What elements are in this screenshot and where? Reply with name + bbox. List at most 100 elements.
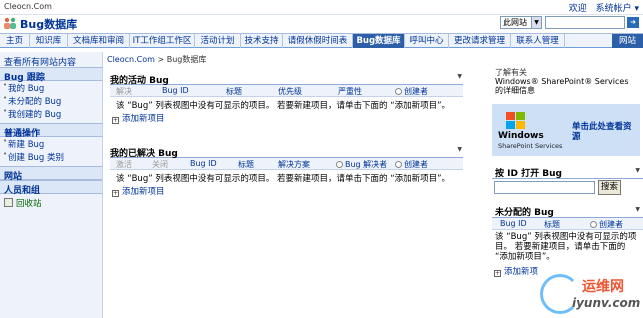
nav-item-create-bug-category[interactable]: 创建 Bug 类别 xyxy=(0,150,102,163)
site-title[interactable]: Bug数据库 xyxy=(20,16,77,32)
breadcrumb-separator: > xyxy=(154,55,167,64)
column-headers: Bug ID 标题 创建者 xyxy=(492,218,643,230)
windows-flag-icon xyxy=(506,112,526,130)
chevron-down-icon: ▼ xyxy=(531,17,541,28)
add-new-item-link[interactable]: + 添加新项目 xyxy=(110,184,463,197)
site-header: Bug数据库 此网站 ▼ ➜ xyxy=(0,15,643,32)
col-title[interactable]: 标题 xyxy=(226,86,242,97)
tab-call-center[interactable]: 呼叫中心 xyxy=(405,34,449,48)
tab-event-planning[interactable]: 活动计划 xyxy=(195,34,241,48)
col-close[interactable]: 关闭 xyxy=(152,159,168,170)
quick-launch: 查看所有网站内容 Bug 跟踪 我的 Bug 未分配的 Bug 我创建的 Bug… xyxy=(0,52,103,318)
webpart-menu-icon[interactable]: ▼ xyxy=(635,167,640,174)
col-resolve[interactable]: 解决 xyxy=(116,86,132,97)
site-actions-button[interactable]: 网站 xyxy=(612,34,643,48)
search-go-icon[interactable]: ➜ xyxy=(627,17,639,28)
people-logo-icon xyxy=(4,17,16,29)
webpart-my-resolved-bugs: 我的已解决 Bug ▼ 激活 关闭 Bug ID 标题 解决方案 Bug 解决者… xyxy=(110,144,463,197)
webpart-menu-icon[interactable]: ▼ xyxy=(635,206,640,213)
top-nav-tabs: 主页 知识库 文档库和审阅 IT工作组工作区 活动计划 技术支持 请假休假时间表… xyxy=(0,33,643,48)
person-icon xyxy=(590,221,597,228)
add-new-item-link[interactable]: + 添加新项目 xyxy=(110,111,463,124)
recycle-bin-link[interactable]: 回收站 xyxy=(0,194,102,209)
tab-document-review[interactable]: 文档库和审阅 xyxy=(68,34,130,48)
site-search-input[interactable] xyxy=(545,16,625,29)
tab-change-requests[interactable]: 更改请求管理 xyxy=(449,34,511,48)
learn-more-webpart: 了解有关 Windows® SharePoint® Services 的详细信息 xyxy=(492,68,643,95)
col-priority[interactable]: 优先级 xyxy=(278,86,302,97)
col-bug-id[interactable]: Bug ID xyxy=(190,159,217,168)
col-title[interactable]: 标题 xyxy=(544,219,560,230)
learn-more-text: 了解有关 Windows® SharePoint® Services 的详细信息 xyxy=(492,68,643,95)
col-created-by[interactable]: 创建者 xyxy=(590,219,623,230)
open-bug-by-id-webpart: 按 ID 打开 Bug ▼ xyxy=(492,166,643,179)
col-bug-id[interactable]: Bug ID xyxy=(500,219,527,228)
breadcrumb-root[interactable]: Cleocn.Com xyxy=(107,55,155,64)
tab-bug-database[interactable]: Bug数据库 xyxy=(353,34,405,48)
welcome-label: 欢迎 xyxy=(568,4,587,14)
col-resolved-by[interactable]: Bug 解决者 xyxy=(336,159,387,170)
search-scope-value: 此网站 xyxy=(503,18,527,27)
nav-group-bug-tracking[interactable]: Bug 跟踪 xyxy=(0,67,102,83)
person-icon xyxy=(336,161,343,168)
nav-item-unassigned-bugs[interactable]: 未分配的 Bug xyxy=(0,94,102,107)
nav-group-sites[interactable]: 网站 xyxy=(0,166,102,182)
open-bug-by-id-label[interactable]: 按 ID 打开 Bug xyxy=(495,169,562,179)
tab-tech-support[interactable]: 技术支持 xyxy=(241,34,283,48)
col-resolution[interactable]: 解决方案 xyxy=(278,159,310,170)
learn-more-line1: 了解有关 xyxy=(495,68,527,77)
nav-group-people[interactable]: 人员和组 xyxy=(0,180,102,196)
nav-item-my-bugs[interactable]: 我的 Bug xyxy=(0,81,102,94)
col-title[interactable]: 标题 xyxy=(238,159,254,170)
view-all-site-content[interactable]: 查看所有网站内容 xyxy=(0,52,102,68)
col-activate[interactable]: 激活 xyxy=(116,159,132,170)
col-bug-id[interactable]: Bug ID xyxy=(162,86,189,95)
tab-contacts[interactable]: 联系人管理 xyxy=(511,34,565,48)
webpart-title: 我的已解决 Bug ▼ xyxy=(110,144,463,159)
webpart-title: 我的活动 Bug ▼ xyxy=(110,71,463,86)
system-account-menu[interactable]: 系统帐户 ▾ xyxy=(596,4,639,14)
recycle-bin-icon xyxy=(4,198,13,207)
learn-more-line3: 的详细信息 xyxy=(495,86,535,95)
recycle-bin-label: 回收站 xyxy=(16,199,42,209)
top-links: 欢迎 系统帐户 ▾ xyxy=(563,1,639,14)
col-created-by[interactable]: 创建者 xyxy=(395,86,428,97)
person-icon xyxy=(395,161,402,168)
unassigned-bugs-label[interactable]: 未分配的 Bug xyxy=(495,208,554,218)
col-severity[interactable]: 严重性 xyxy=(338,86,362,97)
empty-list-message: 该 “Bug” 列表视图中没有可显示的项目。 若要新建项目，请单击下面的 “添加… xyxy=(116,101,451,111)
watermark-logo: 运维网 iyunv.com xyxy=(540,270,643,318)
tab-knowledge-base[interactable]: 知识库 xyxy=(30,34,68,48)
person-icon xyxy=(395,88,402,95)
add-icon: + xyxy=(112,190,119,197)
bug-id-input[interactable] xyxy=(494,181,595,194)
nav-group-common-actions[interactable]: 普通操作 xyxy=(0,123,102,139)
sharepoint-services-brand: SharePoint Services xyxy=(498,142,563,150)
watermark-domain: iyunv.com xyxy=(572,296,641,310)
empty-list-message: 该 “Bug” 列表视图中没有可显示的项目。 若要新建项目，请单击下面的 “添加… xyxy=(495,232,637,262)
view-resources-link[interactable]: 单击此处查看资源 xyxy=(572,122,636,142)
sharepoint-promo: Windows SharePoint Services 单击此处查看资源 xyxy=(492,104,640,156)
add-new-item-label: 添加新项目 xyxy=(122,114,165,124)
breadcrumb-current: Bug数据库 xyxy=(166,55,207,64)
add-icon: + xyxy=(112,117,119,124)
webpart-menu-icon[interactable]: ▼ xyxy=(457,73,462,80)
search-scope-select[interactable]: 此网站 ▼ xyxy=(500,16,542,29)
watermark-text: 运维网 xyxy=(582,279,624,295)
col-created-by[interactable]: 创建者 xyxy=(395,159,428,170)
tab-vacation-schedule[interactable]: 请假休假时间表 xyxy=(283,34,353,48)
nav-item-new-bug[interactable]: 新建 Bug xyxy=(0,137,102,150)
webpart-my-active-bugs: 我的活动 Bug ▼ 解决 Bug ID 标题 优先级 严重性 创建者 该 “B… xyxy=(110,71,463,124)
column-headers: 激活 关闭 Bug ID 标题 解决方案 Bug 解决者 创建者 xyxy=(110,158,463,170)
search-button[interactable]: 搜索 xyxy=(598,180,621,195)
tab-it-team[interactable]: IT工作组工作区 xyxy=(130,34,195,48)
windows-brand: Windows xyxy=(498,131,544,141)
add-new-item-label: 添加新项 xyxy=(504,267,539,277)
nav-item-my-created-bugs[interactable]: 我创建的 Bug xyxy=(0,107,102,120)
learn-more-line2: Windows® SharePoint® Services xyxy=(495,77,629,86)
site-url-breadcrumb[interactable]: Cleocn.Com xyxy=(4,2,52,11)
open-bug-by-id-title: 按 ID 打开 Bug ▼ xyxy=(492,166,643,179)
webpart-menu-icon[interactable]: ▼ xyxy=(457,146,462,153)
tab-home[interactable]: 主页 xyxy=(0,34,30,48)
unassigned-bugs-title: 未分配的 Bug ▼ xyxy=(492,205,643,218)
